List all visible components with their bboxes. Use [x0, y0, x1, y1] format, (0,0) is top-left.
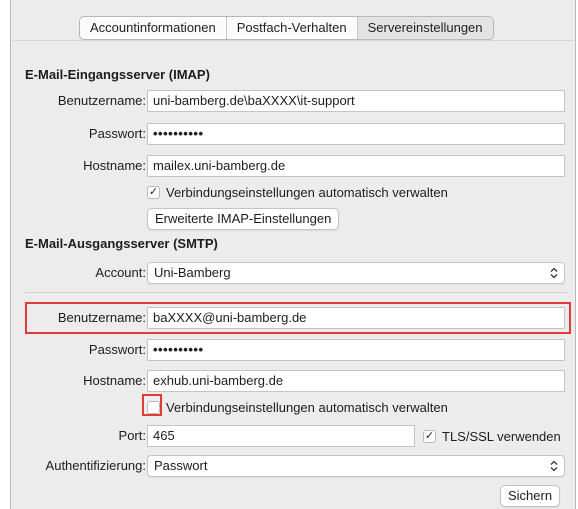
smtp-section-title: E-Mail-Ausgangsserver (SMTP) — [25, 236, 218, 251]
smtp-auth-label: Authentifizierung: — [45, 458, 146, 473]
imap-advanced-settings-button[interactable]: Erweiterte IMAP-Einstellungen — [147, 208, 340, 230]
smtp-tls-row[interactable]: ✓ TLS/SSL verwenden — [423, 426, 561, 446]
tab-bar: Accountinformationen Postfach-Verhalten … — [79, 16, 494, 40]
select-arrows-icon — [550, 263, 558, 283]
checkmark-icon: ✓ — [424, 429, 435, 442]
smtp-hostname-label: Hostname: — [83, 373, 146, 388]
smtp-account-label: Account: — [95, 265, 146, 280]
save-button[interactable]: Sichern — [500, 485, 561, 507]
imap-username-label: Benutzername: — [57, 93, 146, 108]
smtp-port-field[interactable]: 465 — [147, 425, 415, 447]
select-arrows-icon — [550, 456, 558, 476]
tab-divider — [12, 40, 574, 41]
checkmark-icon: ✓ — [148, 185, 159, 198]
imap-auto-manage-row[interactable]: ✓ Verbindungseinstellungen automatisch v… — [147, 182, 448, 202]
smtp-account-value: Uni-Bamberg — [154, 265, 231, 280]
smtp-account-select[interactable]: Uni-Bamberg — [147, 262, 565, 284]
imap-password-label: Passwort: — [88, 126, 146, 141]
imap-password-field[interactable]: •••••••••• — [147, 123, 565, 145]
smtp-password-field[interactable]: •••••••••• — [147, 339, 565, 361]
imap-auto-manage-checkbox[interactable]: ✓ — [147, 185, 160, 199]
smtp-username-field[interactable]: baXXXX@uni-bamberg.de — [147, 307, 565, 329]
imap-auto-manage-label: Verbindungseinstellungen automatisch ver… — [166, 184, 448, 200]
smtp-port-label: Port: — [118, 428, 146, 443]
smtp-auto-manage-row[interactable]: Verbindungseinstellungen automatisch ver… — [147, 397, 448, 417]
smtp-tls-checkbox[interactable]: ✓ — [423, 429, 436, 443]
imap-username-field[interactable]: uni-bamberg.de\baXXXX\it-support — [147, 90, 565, 112]
smtp-password-label: Passwort: — [88, 342, 146, 357]
tab-servereinstellungen[interactable]: Servereinstellungen — [356, 17, 493, 39]
imap-hostname-label: Hostname: — [83, 158, 146, 173]
smtp-auth-value: Passwort — [154, 458, 208, 473]
smtp-username-label: Benutzername: — [57, 310, 146, 325]
settings-window: Accountinformationen Postfach-Verhalten … — [10, 0, 576, 509]
imap-hostname-field[interactable]: mailex.uni-bamberg.de — [147, 155, 565, 177]
smtp-hostname-field[interactable]: exhub.uni-bamberg.de — [147, 370, 565, 392]
tab-postfach-verhalten[interactable]: Postfach-Verhalten — [225, 17, 357, 39]
smtp-auto-manage-checkbox[interactable] — [147, 400, 160, 414]
smtp-auto-manage-label: Verbindungseinstellungen automatisch ver… — [166, 399, 448, 415]
tab-accountinformationen[interactable]: Accountinformationen — [80, 17, 226, 39]
smtp-divider — [25, 292, 567, 293]
imap-section-title: E-Mail-Eingangsserver (IMAP) — [25, 67, 210, 82]
smtp-tls-label: TLS/SSL verwenden — [442, 428, 561, 444]
smtp-auth-select[interactable]: Passwort — [147, 455, 565, 477]
